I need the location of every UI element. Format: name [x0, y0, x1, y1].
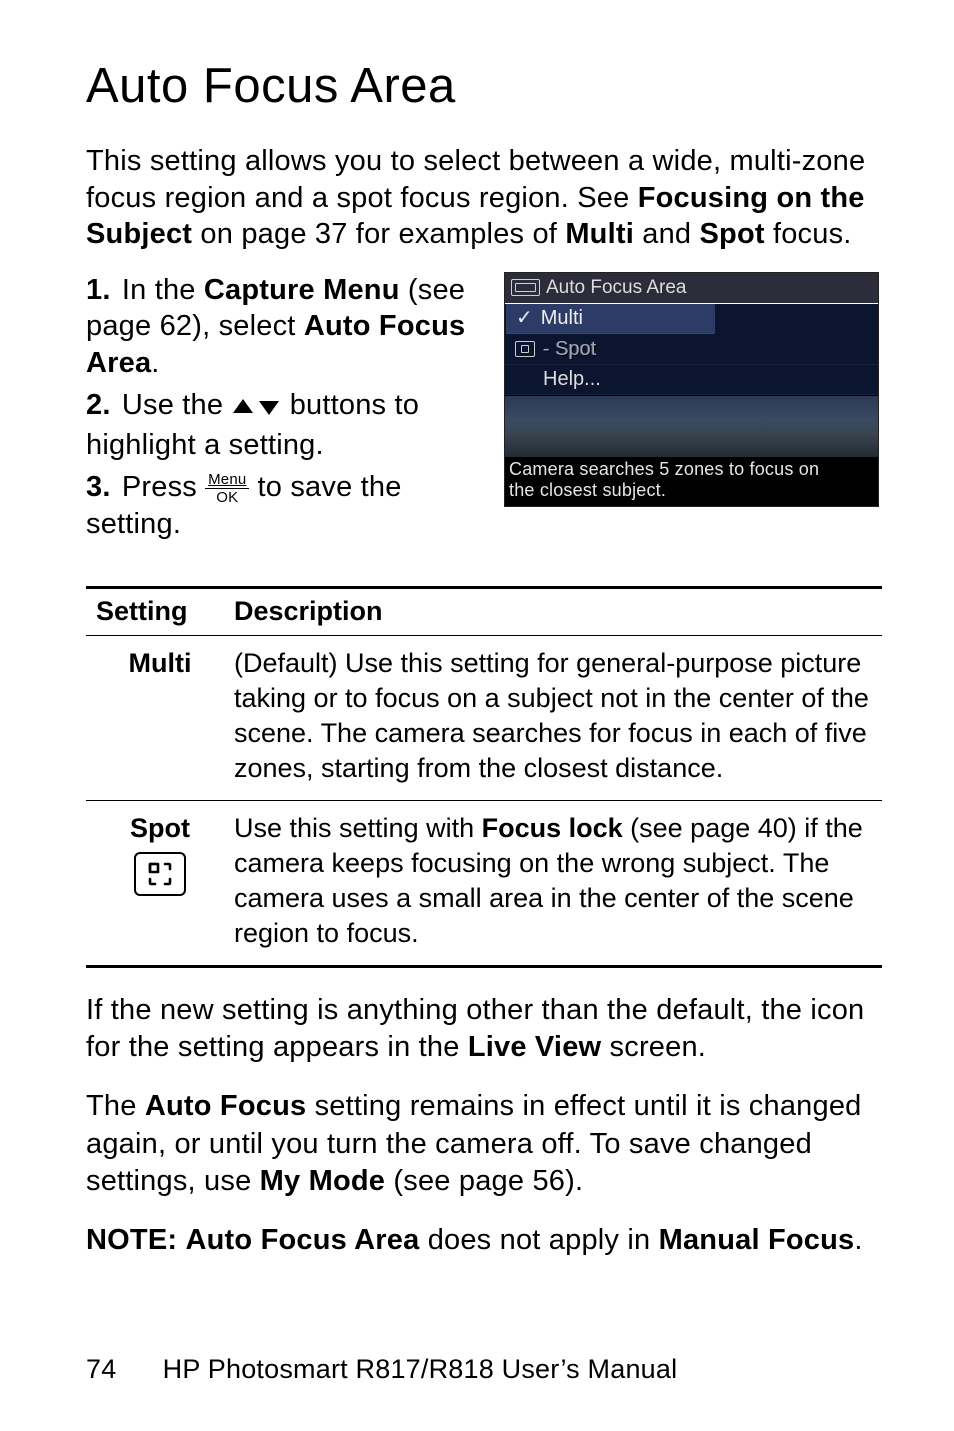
col-setting: Setting: [86, 587, 234, 635]
camera-menu-list: ✓ Multi - Spot Help...: [505, 304, 878, 395]
setting-label: Spot: [130, 813, 190, 843]
step-number: 2.: [86, 389, 111, 421]
ok-label: OK: [205, 489, 249, 505]
term-spot: Spot: [699, 218, 764, 250]
menu-ok-button-icon: MenuOK: [205, 472, 249, 505]
spot-focus-icon: [515, 341, 535, 357]
spot-icon: [134, 852, 186, 896]
term-capture-menu: Capture Menu: [204, 274, 400, 306]
camera-menu-item-multi: ✓ Multi: [506, 304, 715, 334]
check-icon: ✓: [516, 306, 533, 331]
manual-title: HP Photosmart R817/R818 User’s Manual: [163, 1354, 678, 1384]
page-number: 74: [86, 1354, 116, 1384]
menu-item-label: Help...: [543, 367, 601, 392]
text: screen.: [601, 1031, 706, 1063]
text: does not apply in: [419, 1224, 658, 1256]
caption-line-1: Camera searches 5 zones to focus on: [509, 459, 819, 479]
note-label: NOTE:: [86, 1224, 177, 1256]
camera-menu-title: Auto Focus Area: [505, 273, 878, 303]
text: Press: [122, 471, 205, 503]
text: Use the: [122, 389, 232, 421]
step-number: 1.: [86, 274, 111, 306]
step-2: 2. Use the buttons to highlight a settin…: [86, 387, 476, 464]
text: Use this setting with: [234, 813, 482, 843]
caption-line-2: the closest subject.: [509, 480, 666, 500]
camera-menu-item-spot: - Spot: [505, 335, 878, 365]
menu-label: Menu: [205, 472, 249, 489]
text: (see page 56).: [385, 1165, 583, 1197]
step-3: 3. Press MenuOK to save the setting.: [86, 469, 476, 542]
page-heading: Auto Focus Area: [86, 56, 882, 117]
text: .: [854, 1224, 862, 1256]
setting-name-spot: Spot: [86, 800, 234, 966]
settings-table: Setting Description Multi (Default) Use …: [86, 586, 882, 969]
focus-area-icon: [511, 279, 540, 296]
paragraph-persistence: The Auto Focus setting remains in effect…: [86, 1088, 882, 1199]
menu-item-label: - Spot: [543, 337, 596, 362]
camera-preview-image: [505, 395, 878, 457]
text: The: [86, 1090, 145, 1122]
menu-item-label: Multi: [541, 306, 583, 331]
col-description: Description: [234, 587, 882, 635]
page-footer: 74 HP Photosmart R817/R818 User’s Manual: [86, 1353, 677, 1387]
text: on page 37 for examples of: [192, 218, 565, 250]
text: focus.: [765, 218, 852, 250]
term-live-view: Live View: [468, 1031, 601, 1063]
table-row: Spot Use this setting with Focus lock (s…: [86, 800, 882, 966]
term-my-mode: My Mode: [260, 1165, 385, 1197]
camera-menu-title-text: Auto Focus Area: [546, 276, 686, 300]
table-row: Multi (Default) Use this setting for gen…: [86, 635, 882, 800]
camera-screenshot: Auto Focus Area ✓ Multi - Spot Help... C…: [504, 272, 879, 507]
intro-paragraph: This setting allows you to select betwee…: [86, 143, 882, 252]
paragraph-live-view: If the new setting is anything other tha…: [86, 992, 882, 1066]
table-header-row: Setting Description: [86, 587, 882, 635]
term-manual-focus: Manual Focus: [659, 1224, 855, 1256]
up-down-arrows-icon: [231, 391, 281, 427]
step-number: 3.: [86, 471, 111, 503]
setting-desc-multi: (Default) Use this setting for general-p…: [234, 635, 882, 800]
setting-desc-spot: Use this setting with Focus lock (see pa…: [234, 800, 882, 966]
term-auto-focus-area: Auto Focus Area: [185, 1224, 419, 1256]
steps-list: 1. In the Capture Menu (see page 62), se…: [86, 272, 476, 548]
text: and: [634, 218, 700, 250]
camera-menu-item-help: Help...: [505, 365, 878, 395]
text: In the: [122, 274, 204, 306]
text: .: [151, 347, 159, 379]
step-1: 1. In the Capture Menu (see page 62), se…: [86, 272, 476, 381]
setting-name-multi: Multi: [86, 635, 234, 800]
note-paragraph: NOTE: Auto Focus Area does not apply in …: [86, 1222, 882, 1258]
camera-help-caption: Camera searches 5 zones to focus on the …: [505, 457, 878, 506]
term-auto-focus: Auto Focus: [145, 1090, 307, 1122]
term-focus-lock: Focus lock: [482, 813, 623, 843]
term-multi: Multi: [565, 218, 634, 250]
